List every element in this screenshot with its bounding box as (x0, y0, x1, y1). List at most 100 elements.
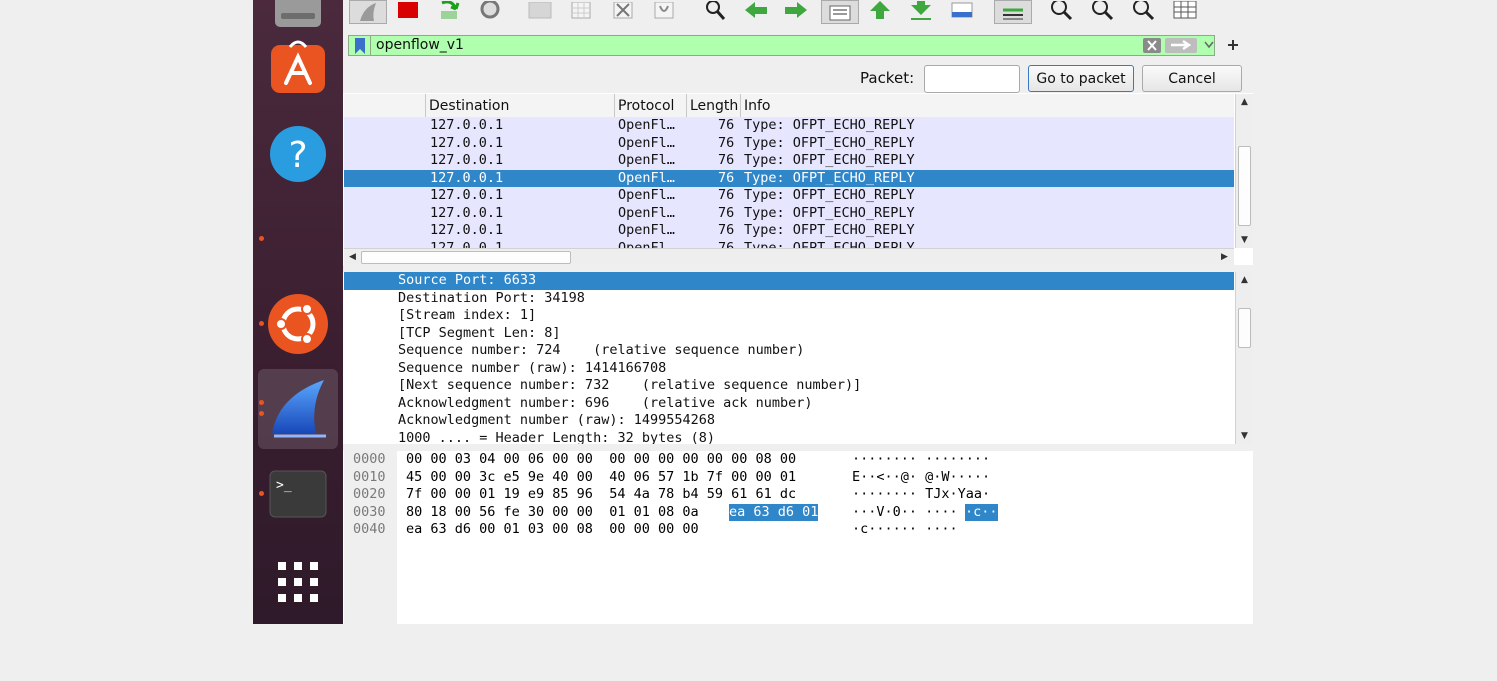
zoom-in-icon (1051, 1, 1073, 21)
pane-splitter[interactable] (343, 444, 1253, 451)
column-header-no[interactable] (344, 94, 425, 117)
detail-line[interactable]: [Stream index: 1] (344, 307, 1234, 325)
hex-offset: 0030 (353, 503, 386, 520)
packet-row[interactable]: 127.0.0.1 OpenFl… 76 Type: OFPT_ECHO_REPLY (344, 117, 1234, 135)
find-packet-button[interactable] (703, 0, 729, 22)
scroll-left-arrow[interactable]: ◀ (344, 249, 361, 265)
column-header-protocol[interactable]: Protocol (614, 94, 686, 117)
packet-row[interactable]: 127.0.0.1 OpenFl… 76 Type: OFPT_ECHO_REPLY (344, 152, 1234, 170)
restart-capture-button[interactable] (436, 0, 462, 22)
gear-icon (480, 1, 500, 19)
cancel-button[interactable]: Cancel (1142, 65, 1242, 92)
packet-list-vscrollbar[interactable]: ▲ ▼ (1235, 94, 1253, 248)
hex-bytes-highlighted: ea 63 d6 01 (729, 503, 819, 521)
column-header-destination[interactable]: Destination (425, 94, 614, 117)
terminal-icon: >_ (269, 470, 327, 518)
column-header-info[interactable]: Info (740, 94, 1234, 117)
scroll-up-arrow[interactable]: ▲ (1236, 272, 1253, 288)
scroll-right-arrow[interactable]: ▶ (1216, 249, 1233, 265)
ubuntu-software-launcher[interactable] (266, 35, 330, 99)
detail-line[interactable]: [TCP Segment Len: 8] (344, 325, 1234, 343)
packet-list-hscrollbar[interactable]: ◀ ▶ (344, 248, 1234, 266)
detail-line[interactable]: Sequence number: 724 (relative sequence … (344, 342, 1234, 360)
hex-row[interactable]: 0030 80 18 00 56 fe 30 00 00 01 01 08 0a … (344, 503, 1252, 522)
hex-row[interactable]: 0020 7f 00 00 01 19 e9 85 96 54 4a 78 b4 … (344, 486, 1252, 504)
packet-info: Type: OFPT_ECHO_REPLY (744, 187, 915, 203)
zoom-in-button[interactable] (1049, 0, 1075, 22)
apply-filter-icon[interactable] (1165, 38, 1197, 53)
detail-line[interactable]: Destination Port: 34198 (344, 290, 1234, 308)
ascii-text: ···V·0·· ···· (852, 503, 958, 520)
autoscroll-button[interactable] (949, 0, 975, 22)
packet-row[interactable]: 127.0.0.1 OpenFl… 76 Type: OFPT_ECHO_REPLY (344, 134, 1234, 152)
arrow-right-icon (785, 2, 807, 18)
hscroll-thumb[interactable] (361, 251, 571, 264)
help-launcher[interactable]: ? (266, 122, 330, 186)
details-vscrollbar[interactable]: ▲ ▼ (1235, 272, 1253, 444)
hex-offset: 0000 (353, 451, 386, 467)
columns-icon (1173, 1, 1197, 19)
grid-file-icon (571, 2, 591, 19)
detail-line[interactable]: 1000 .... = Header Length: 32 bytes (8) (344, 430, 1234, 445)
close-file-button[interactable] (611, 0, 637, 22)
packet-row[interactable]: 127.0.0.1 OpenFl… 76 Type: OFPT_ECHO_REPLY (344, 239, 1234, 249)
running-indicator (259, 491, 264, 496)
hex-bytes: 00 00 03 04 00 06 00 00 00 00 00 00 00 0… (406, 451, 797, 467)
scroll-down-arrow[interactable]: ▼ (1236, 428, 1253, 444)
clear-filter-icon[interactable] (1143, 38, 1161, 53)
hex-row[interactable]: 0010 45 00 00 3c e5 9e 40 00 40 06 57 1b … (344, 469, 1252, 487)
go-forward-button[interactable] (783, 0, 809, 22)
zoom-reset-button[interactable] (1131, 0, 1157, 22)
scroll-thumb[interactable] (1238, 308, 1251, 348)
scroll-down-arrow[interactable]: ▼ (1236, 232, 1253, 248)
ascii-text: ········ TJx·Yaa· (852, 486, 991, 502)
ubuntu-launcher[interactable] (266, 292, 330, 356)
go-last-button[interactable] (908, 0, 934, 22)
capture-options-button[interactable] (477, 0, 503, 22)
go-first-button[interactable] (867, 0, 893, 22)
detail-line[interactable]: Acknowledgment number: 696 (relative ack… (344, 395, 1234, 413)
packet-info: Type: OFPT_ECHO_REPLY (744, 239, 915, 249)
hex-row[interactable]: 0000 00 00 03 04 00 06 00 00 00 00 00 00 … (344, 451, 1252, 469)
packet-row[interactable]: 127.0.0.1 OpenFl… 76 Type: OFPT_ECHO_REPLY (344, 222, 1234, 240)
filter-separator (370, 36, 371, 55)
packet-row[interactable]: 127.0.0.1 OpenFl… 76 Type: OFPT_ECHO_REPLY (344, 187, 1234, 205)
goto-icon (829, 5, 851, 21)
reload-file-button[interactable] (652, 0, 678, 22)
hex-row[interactable]: 0040 ea 63 d6 00 01 03 00 08 00 00 00 00 ·… (344, 521, 1252, 539)
add-filter-button[interactable] (1227, 39, 1239, 51)
packet-number-input[interactable] (924, 65, 1020, 93)
pane-splitter[interactable] (343, 265, 1253, 272)
detail-line[interactable]: [Next sequence number: 732 (relative seq… (344, 377, 1234, 395)
chevron-down-icon[interactable] (1204, 41, 1214, 49)
packet-destination: 127.0.0.1 (430, 187, 504, 203)
save-file-button[interactable] (569, 0, 595, 22)
column-header-length[interactable]: Length (686, 94, 740, 117)
shark-fin-button[interactable] (349, 0, 387, 24)
go-to-packet-submit-button[interactable]: Go to packet (1028, 65, 1134, 92)
stop-capture-button[interactable] (395, 0, 421, 22)
terminal-launcher[interactable]: >_ (266, 462, 330, 526)
scroll-thumb[interactable] (1238, 146, 1251, 226)
display-filter-input[interactable]: openflow_v1 (348, 35, 1215, 56)
go-to-packet-button[interactable] (821, 0, 859, 24)
open-file-button[interactable] (527, 0, 553, 22)
colorize-button[interactable] (994, 0, 1032, 24)
scroll-up-arrow[interactable]: ▲ (1236, 94, 1253, 110)
packet-destination: 127.0.0.1 (430, 204, 504, 221)
detail-line[interactable]: Acknowledgment number (raw): 1499554268 (344, 412, 1234, 430)
packet-protocol: OpenFl… (618, 152, 675, 168)
arrow-up-icon (870, 1, 890, 19)
zoom-out-button[interactable] (1090, 0, 1116, 22)
wireshark-fin-icon (272, 380, 326, 438)
detail-line[interactable]: Sequence number (raw): 1414166708 (344, 360, 1234, 378)
wireshark-launcher[interactable] (266, 377, 330, 441)
detail-line[interactable]: Source Port: 6633 (344, 272, 1234, 290)
ubuntu-logo-icon (268, 294, 328, 354)
ubuntu-software-icon (271, 40, 325, 93)
resize-columns-button[interactable] (1172, 0, 1198, 22)
packet-row[interactable]: 127.0.0.1 OpenFl… 76 Type: OFPT_ECHO_REPLY (344, 169, 1234, 187)
show-applications-button[interactable] (266, 550, 330, 614)
packet-row[interactable]: 127.0.0.1 OpenFl… 76 Type: OFPT_ECHO_REPLY (344, 204, 1234, 222)
go-back-button[interactable] (743, 0, 769, 22)
